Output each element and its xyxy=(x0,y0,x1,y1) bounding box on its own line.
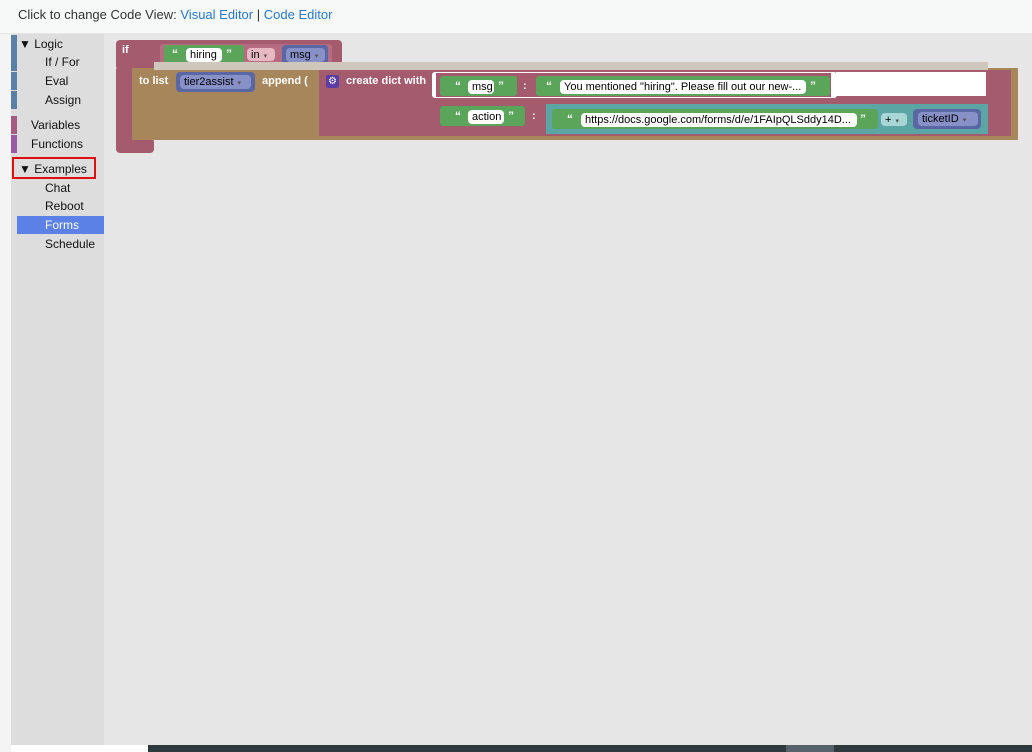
chevron-down-icon: ▾ xyxy=(314,53,319,60)
open-quote: “ xyxy=(455,79,461,93)
in-operator-label: in xyxy=(251,49,260,61)
open-quote: “ xyxy=(455,109,461,123)
open-quote: “ xyxy=(567,112,573,126)
chevron-down-icon: ▾ xyxy=(237,80,242,87)
if-for-color-swatch xyxy=(11,53,17,71)
url-value-field[interactable]: https://docs.google.com/forms/d/e/1FAIpQ… xyxy=(581,113,857,127)
toolbox-category-variables[interactable]: Variables xyxy=(11,116,104,134)
close-quote: ” xyxy=(860,112,866,126)
blockly-workspace[interactable] xyxy=(11,34,1032,745)
logic-label: ▼ Logic xyxy=(19,37,63,51)
left-gutter xyxy=(0,34,11,752)
toolbox-item-eval[interactable]: Eval xyxy=(11,72,104,90)
close-quote: ” xyxy=(226,47,232,61)
chat-label: Chat xyxy=(45,181,71,195)
msg-key-field[interactable]: msg xyxy=(468,80,494,94)
forms-label: Forms xyxy=(45,218,79,232)
gear-icon[interactable]: ⚙ xyxy=(326,75,339,88)
code-view-text: Click to change Code View: Visual Editor… xyxy=(18,7,332,22)
toolbox-category-functions[interactable]: Functions xyxy=(11,135,104,153)
code-editor-link[interactable]: Code Editor xyxy=(264,7,333,22)
toolbox-item-forms[interactable]: Forms xyxy=(17,216,104,234)
plus-operator-dropdown[interactable]: + ▾ xyxy=(881,113,907,126)
schedule-label: Schedule xyxy=(45,237,96,251)
chevron-down-icon: ▾ xyxy=(263,53,268,60)
to-list-label: to list xyxy=(139,75,169,87)
close-quote: ” xyxy=(498,79,504,93)
colon-label: : xyxy=(532,110,536,122)
colon-label: : xyxy=(523,80,527,92)
toolbox-item-schedule[interactable]: Schedule xyxy=(11,235,104,253)
functions-color-swatch xyxy=(11,135,17,153)
msg-value-field[interactable]: You mentioned "hiring". Please fill out … xyxy=(560,80,806,94)
examples-highlight-box xyxy=(12,157,96,179)
toolbox-category-logic[interactable]: ▼ Logic xyxy=(11,35,104,53)
create-dict-label: create dict with xyxy=(346,75,427,87)
append-label: append ( xyxy=(262,75,308,87)
hiring-field[interactable]: hiring xyxy=(186,48,222,62)
code-view-prefix: Click to change Code View: xyxy=(18,7,177,22)
open-quote: “ xyxy=(546,79,552,93)
scrollbar-thumb[interactable] xyxy=(786,745,834,752)
toolbox-item-reboot[interactable]: Reboot xyxy=(11,197,104,215)
code-view-bar: Click to change Code View: Visual Editor… xyxy=(0,0,1032,34)
open-quote: “ xyxy=(172,47,178,61)
action-key-field[interactable]: action xyxy=(468,110,504,124)
toolbox-item-assign[interactable]: Assign xyxy=(11,91,104,109)
msg-variable-dropdown[interactable]: msg ▾ xyxy=(286,48,325,62)
tier2assist-dropdown[interactable]: tier2assist ▾ xyxy=(180,75,251,89)
chevron-down-icon: ▾ xyxy=(962,117,967,124)
close-quote: ” xyxy=(508,109,514,123)
functions-label: Functions xyxy=(31,137,84,151)
logic-color-swatch xyxy=(11,35,17,53)
tier2assist-label: tier2assist xyxy=(184,76,234,88)
plus-operator-label: + xyxy=(885,114,892,126)
eval-label: Eval xyxy=(45,74,69,88)
ticketid-label: ticketID xyxy=(922,113,959,125)
in-operator-dropdown[interactable]: in ▾ xyxy=(247,48,275,61)
chevron-down-icon: ▾ xyxy=(895,118,899,125)
close-quote: ” xyxy=(810,79,816,93)
eval-color-swatch xyxy=(11,72,17,90)
visual-editor-link[interactable]: Visual Editor xyxy=(180,7,253,22)
toolbox-item-chat[interactable]: Chat xyxy=(11,179,104,197)
if-block-footer xyxy=(116,138,154,153)
reboot-label: Reboot xyxy=(45,199,84,213)
toolbox: ▼ Logic If / For Eval Assign Variables F… xyxy=(11,34,104,745)
assign-label: Assign xyxy=(45,93,82,107)
msg-variable-label: msg xyxy=(290,49,311,61)
toolbox-item-if-for[interactable]: If / For xyxy=(11,53,104,71)
list-append-shadow xyxy=(154,62,988,70)
code-view-separator: | xyxy=(256,7,261,22)
horizontal-scrollbar[interactable] xyxy=(148,745,1032,752)
assign-color-swatch xyxy=(11,91,17,109)
ticketid-dropdown[interactable]: ticketID ▾ xyxy=(918,112,978,126)
dict-row-1-empty-area xyxy=(836,72,986,96)
if-for-label: If / For xyxy=(45,55,80,69)
variables-color-swatch xyxy=(11,116,17,134)
if-label: if xyxy=(122,44,129,56)
variables-label: Variables xyxy=(31,118,81,132)
